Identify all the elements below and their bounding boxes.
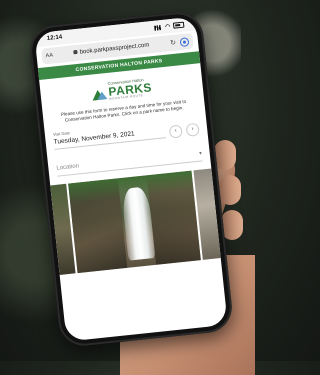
logo-text: Conservation Halton PARKS MOUNTAIN ROUTE: [107, 77, 152, 101]
logo-mark-icon: [91, 85, 108, 101]
status-time: 12:14: [46, 34, 63, 43]
phone-screen: 12:14 ◠ AA book.parkpassproject.com ↻ CO…: [34, 16, 228, 342]
location-placeholder: Location: [56, 163, 80, 172]
prev-date-button[interactable]: ‹: [168, 124, 183, 139]
signal-icon: [153, 24, 163, 31]
dropdown-caret-icon: ▾: [198, 150, 203, 157]
chevron-left-icon: ‹: [174, 128, 178, 135]
compass-icon[interactable]: [179, 36, 190, 47]
next-date-button[interactable]: ›: [185, 122, 200, 137]
park-photo-waterfall[interactable]: [68, 170, 201, 273]
reload-icon[interactable]: ↻: [170, 39, 177, 48]
text-size-button[interactable]: AA: [45, 52, 53, 59]
url-text: book.parkpassproject.com: [79, 42, 150, 56]
wifi-icon: ◠: [164, 23, 171, 31]
phone: 12:14 ◠ AA book.parkpassproject.com ↻ CO…: [27, 9, 235, 349]
park-photo-carousel[interactable]: [50, 168, 221, 275]
chevron-right-icon: ›: [191, 126, 194, 133]
finger: [219, 175, 241, 205]
finger: [214, 140, 236, 170]
lock-icon: [73, 50, 78, 55]
status-icons: ◠: [153, 21, 185, 31]
battery-icon: [172, 21, 185, 29]
